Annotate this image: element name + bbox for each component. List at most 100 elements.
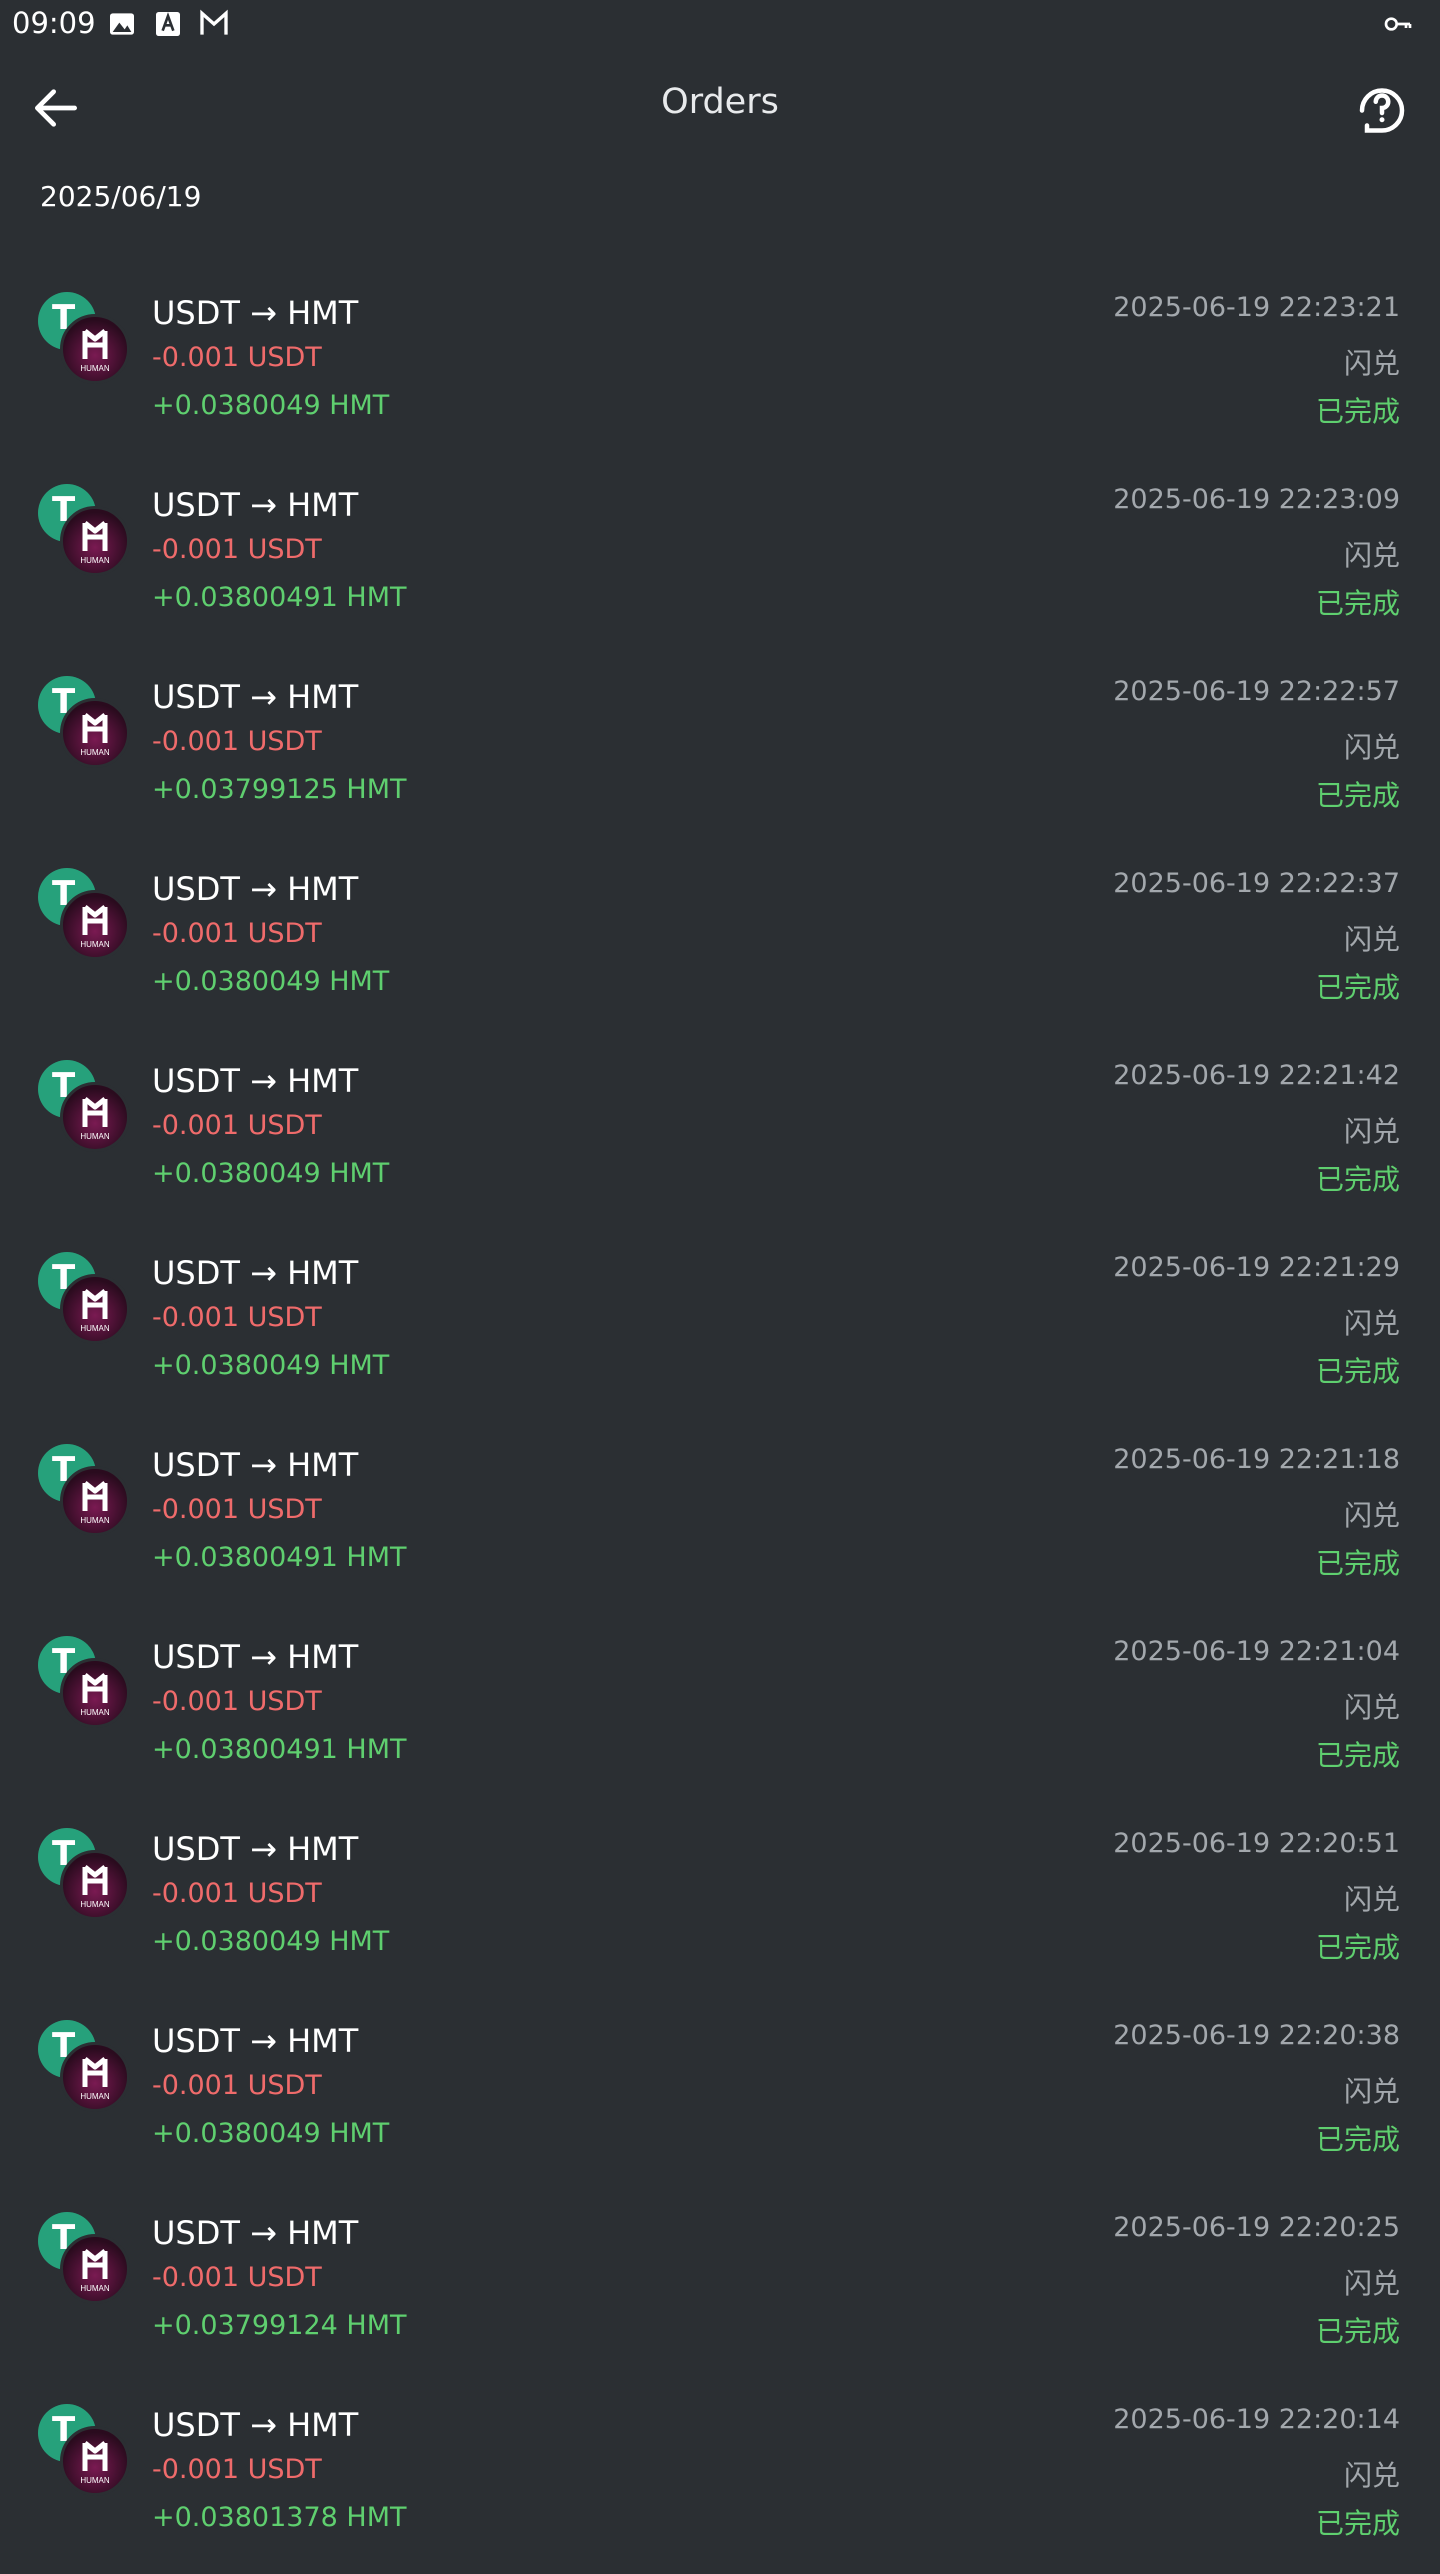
order-pair: USDT → HMT	[152, 1062, 359, 1100]
order-pair: USDT → HMT	[152, 1638, 359, 1676]
order-datetime: 2025-06-19 22:22:37	[1113, 868, 1400, 899]
order-credit-amount: +0.03799124 HMT	[152, 2310, 407, 2341]
hmt-coin-icon: HUMAN	[60, 1466, 130, 1536]
order-datetime: 2025-06-19 22:21:18	[1113, 1444, 1400, 1475]
order-row[interactable]: T HUMAN USDT → HMT -0.001 USDT +0.038004…	[0, 1038, 1440, 1230]
coin-pair-icons: T HUMAN	[38, 2212, 130, 2304]
order-debit-amount: -0.001 USDT	[152, 534, 322, 565]
order-datetime: 2025-06-19 22:22:57	[1113, 676, 1400, 707]
order-type: 闪兑	[1343, 347, 1400, 380]
order-credit-amount: +0.03801378 HMT	[152, 2502, 407, 2533]
order-credit-amount: +0.03800491 HMT	[152, 582, 407, 613]
date-header: 2025/06/19	[40, 180, 202, 213]
order-type: 闪兑	[1343, 2459, 1400, 2492]
order-datetime: 2025-06-19 22:21:29	[1113, 1252, 1400, 1283]
order-pair: USDT → HMT	[152, 294, 359, 332]
order-row[interactable]: T HUMAN USDT → HMT -0.001 USDT +0.038004…	[0, 1998, 1440, 2190]
order-row[interactable]: T HUMAN USDT → HMT -0.001 USDT +0.038004…	[0, 1806, 1440, 1998]
order-status: 已完成	[1315, 779, 1400, 812]
hmt-coin-icon: HUMAN	[60, 506, 130, 576]
order-debit-amount: -0.001 USDT	[152, 1878, 322, 1909]
order-datetime: 2025-06-19 22:20:38	[1113, 2020, 1400, 2051]
order-credit-amount: +0.0380049 HMT	[152, 390, 390, 421]
hmt-coin-icon: HUMAN	[60, 314, 130, 384]
order-status: 已完成	[1315, 1931, 1400, 1964]
hmt-coin-icon: HUMAN	[60, 2042, 130, 2112]
order-row[interactable]: T HUMAN USDT → HMT -0.001 USDT +0.038004…	[0, 270, 1440, 462]
order-row[interactable]: T HUMAN USDT → HMT -0.001 USDT +0.038004…	[0, 846, 1440, 1038]
order-pair: USDT → HMT	[152, 2022, 359, 2060]
order-status: 已完成	[1315, 1547, 1400, 1580]
order-pair: USDT → HMT	[152, 486, 359, 524]
order-datetime: 2025-06-19 22:20:51	[1113, 1828, 1400, 1859]
svg-text:HUMAN: HUMAN	[80, 1324, 110, 1333]
order-type: 闪兑	[1343, 731, 1400, 764]
coin-pair-icons: T HUMAN	[38, 676, 130, 768]
order-row[interactable]: T HUMAN USDT → HMT -0.001 USDT +0.037991…	[0, 2190, 1440, 2382]
hmt-coin-icon: HUMAN	[60, 1082, 130, 1152]
order-type: 闪兑	[1343, 1499, 1400, 1532]
order-status: 已完成	[1315, 2507, 1400, 2540]
order-row[interactable]: T HUMAN USDT → HMT -0.001 USDT +0.038013…	[0, 2382, 1440, 2574]
key-icon	[1384, 17, 1412, 31]
order-row[interactable]: T HUMAN USDT → HMT -0.001 USDT +0.038004…	[0, 1614, 1440, 1806]
order-pair: USDT → HMT	[152, 678, 359, 716]
svg-text:HUMAN: HUMAN	[80, 748, 110, 757]
svg-text:HUMAN: HUMAN	[80, 1900, 110, 1909]
order-row[interactable]: T HUMAN USDT → HMT -0.001 USDT +0.038004…	[0, 462, 1440, 654]
svg-text:HUMAN: HUMAN	[80, 2092, 110, 2101]
svg-text:HUMAN: HUMAN	[80, 940, 110, 949]
order-type: 闪兑	[1343, 1883, 1400, 1916]
font-icon	[156, 12, 180, 36]
coin-pair-icons: T HUMAN	[38, 2020, 130, 2112]
order-debit-amount: -0.001 USDT	[152, 1302, 322, 1333]
coin-pair-icons: T HUMAN	[38, 1444, 130, 1536]
order-debit-amount: -0.001 USDT	[152, 342, 322, 373]
order-type: 闪兑	[1343, 2267, 1400, 2300]
order-datetime: 2025-06-19 22:23:09	[1113, 484, 1400, 515]
order-debit-amount: -0.001 USDT	[152, 2070, 322, 2101]
app-bar: Orders	[0, 50, 1440, 160]
order-debit-amount: -0.001 USDT	[152, 2262, 322, 2293]
order-credit-amount: +0.03799125 HMT	[152, 774, 407, 805]
hmt-coin-icon: HUMAN	[60, 890, 130, 960]
order-status: 已完成	[1315, 971, 1400, 1004]
order-type: 闪兑	[1343, 2075, 1400, 2108]
order-credit-amount: +0.0380049 HMT	[152, 966, 390, 997]
order-datetime: 2025-06-19 22:20:25	[1113, 2212, 1400, 2243]
order-credit-amount: +0.0380049 HMT	[152, 2118, 390, 2149]
order-debit-amount: -0.001 USDT	[152, 918, 322, 949]
order-debit-amount: -0.001 USDT	[152, 726, 322, 757]
order-debit-amount: -0.001 USDT	[152, 1494, 322, 1525]
mail-icon	[200, 9, 228, 35]
coin-pair-icons: T HUMAN	[38, 484, 130, 576]
order-pair: USDT → HMT	[152, 1446, 359, 1484]
coin-pair-icons: T HUMAN	[38, 2404, 130, 2496]
svg-text:HUMAN: HUMAN	[80, 1708, 110, 1717]
order-credit-amount: +0.0380049 HMT	[152, 1158, 390, 1189]
order-datetime: 2025-06-19 22:23:21	[1113, 292, 1400, 323]
order-status: 已完成	[1315, 587, 1400, 620]
order-row[interactable]: T HUMAN USDT → HMT -0.001 USDT +0.038004…	[0, 1422, 1440, 1614]
hmt-coin-icon: HUMAN	[60, 2234, 130, 2304]
order-debit-amount: -0.001 USDT	[152, 1686, 322, 1717]
order-type: 闪兑	[1343, 923, 1400, 956]
support-question-icon[interactable]	[1352, 78, 1412, 138]
svg-text:HUMAN: HUMAN	[80, 2476, 110, 2485]
coin-pair-icons: T HUMAN	[38, 1060, 130, 1152]
order-status: 已完成	[1315, 2315, 1400, 2348]
status-bar: 09:09	[0, 0, 1440, 50]
order-type: 闪兑	[1343, 1115, 1400, 1148]
coin-pair-icons: T HUMAN	[38, 868, 130, 960]
order-type: 闪兑	[1343, 1691, 1400, 1724]
page-title: Orders	[661, 82, 779, 122]
svg-text:HUMAN: HUMAN	[80, 1132, 110, 1141]
hmt-coin-icon: HUMAN	[60, 1850, 130, 1920]
order-pair: USDT → HMT	[152, 2214, 359, 2252]
order-row[interactable]: T HUMAN USDT → HMT -0.001 USDT +0.037991…	[0, 654, 1440, 846]
order-row[interactable]: T HUMAN USDT → HMT -0.001 USDT +0.038004…	[0, 1230, 1440, 1422]
order-status: 已完成	[1315, 395, 1400, 428]
order-debit-amount: -0.001 USDT	[152, 1110, 322, 1141]
svg-text:HUMAN: HUMAN	[80, 1516, 110, 1525]
coin-pair-icons: T HUMAN	[38, 1636, 130, 1728]
